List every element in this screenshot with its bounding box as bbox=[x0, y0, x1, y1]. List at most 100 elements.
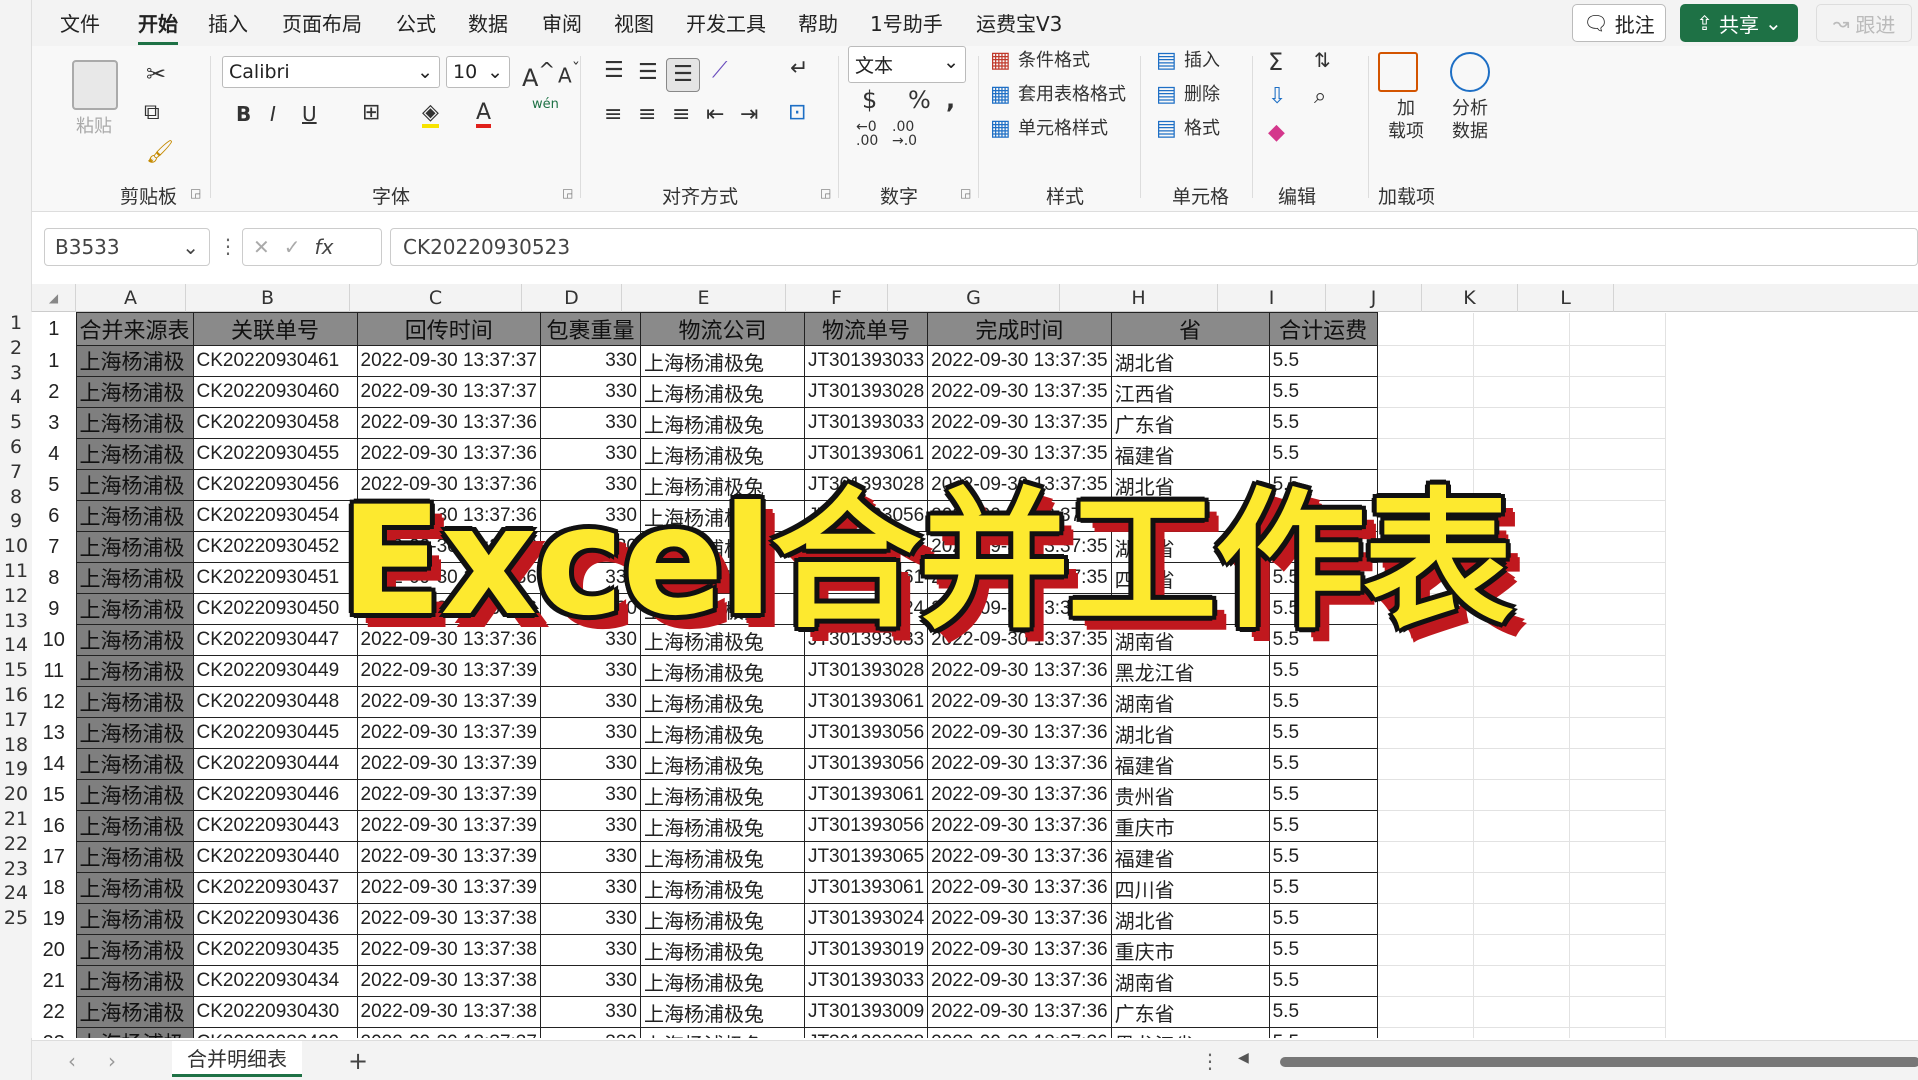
table-cell[interactable]: 上海杨浦极兔 bbox=[639, 407, 805, 439]
currency-icon[interactable]: $ bbox=[862, 88, 877, 112]
table-cell[interactable]: 2022-09-30 13:37:35 bbox=[927, 376, 1112, 408]
table-cell[interactable]: 福建省 bbox=[1110, 841, 1270, 873]
formula-input[interactable]: CK20220930523 bbox=[390, 228, 1918, 266]
sheet-row-header[interactable]: 7 bbox=[0, 462, 32, 482]
decrease-indent-icon[interactable]: ⇤ bbox=[706, 104, 724, 126]
menu-file[interactable]: 文件 bbox=[60, 8, 100, 37]
decrease-font-icon[interactable]: Aˇ bbox=[558, 61, 580, 86]
table-cell[interactable]: 2022-09-30 13:37:35 bbox=[927, 345, 1112, 377]
table-cell[interactable]: CK20220930447 bbox=[192, 624, 358, 656]
table-cell[interactable]: CK20220930450 bbox=[192, 593, 358, 625]
menu-formulas[interactable]: 公式 bbox=[396, 8, 436, 37]
empty-cell[interactable] bbox=[1473, 934, 1570, 966]
menu-home[interactable]: 开始 bbox=[138, 8, 178, 45]
sheet-row-header[interactable]: 13 bbox=[0, 611, 32, 631]
table-cell[interactable]: CK20220930458 bbox=[192, 407, 358, 439]
table-cell[interactable]: CK20220930448 bbox=[192, 686, 358, 718]
table-cell[interactable]: 上海杨浦极 bbox=[75, 438, 194, 470]
table-cell[interactable]: 上海杨浦极兔 bbox=[639, 1027, 805, 1038]
empty-cell[interactable] bbox=[1569, 965, 1666, 997]
menu-review[interactable]: 审阅 bbox=[542, 8, 582, 37]
sheet-row-header[interactable]: 17 bbox=[0, 710, 32, 730]
empty-cell[interactable] bbox=[1569, 624, 1666, 656]
table-cell[interactable]: 重庆市 bbox=[1110, 934, 1270, 966]
table-cell[interactable]: 上海杨浦极 bbox=[75, 934, 194, 966]
empty-cell[interactable] bbox=[1473, 872, 1570, 904]
table-cell[interactable]: 广东省 bbox=[1110, 407, 1270, 439]
empty-cell[interactable] bbox=[1569, 376, 1666, 408]
align-middle-icon[interactable]: ☰ bbox=[638, 62, 658, 84]
table-cell[interactable]: 330 bbox=[539, 407, 641, 439]
table-cell[interactable]: 上海杨浦极 bbox=[75, 500, 194, 532]
sheet-row-header[interactable]: 21 bbox=[0, 810, 32, 829]
table-cell[interactable]: 2022-09-30 13:37:37 bbox=[356, 376, 541, 408]
table-cell[interactable]: CK20220930449 bbox=[192, 655, 358, 687]
table-cell[interactable]: CK20220930461 bbox=[192, 345, 358, 377]
empty-cell[interactable] bbox=[1473, 407, 1570, 439]
empty-cell[interactable] bbox=[1377, 872, 1474, 904]
empty-cell[interactable] bbox=[1569, 345, 1666, 377]
table-cell[interactable]: 330 bbox=[539, 376, 641, 408]
column-header-f[interactable]: F bbox=[786, 284, 888, 312]
column-header-k[interactable]: K bbox=[1422, 284, 1518, 312]
empty-cell[interactable] bbox=[1377, 407, 1474, 439]
table-cell[interactable]: 5.5 bbox=[1268, 1027, 1378, 1038]
table-cell[interactable]: 2022-09-30 13:37:39 bbox=[356, 686, 541, 718]
increase-font-icon[interactable]: A^ bbox=[522, 60, 555, 90]
dialog-launcher-icon[interactable]: ◲ bbox=[960, 186, 971, 200]
table-cell[interactable]: 5.5 bbox=[1268, 779, 1378, 811]
table-cell[interactable]: 上海杨浦极 bbox=[75, 469, 194, 501]
column-header-j[interactable]: J bbox=[1326, 284, 1422, 312]
table-cell[interactable]: CK20220930435 bbox=[192, 934, 358, 966]
sort-filter-icon[interactable]: ⇅ bbox=[1314, 50, 1331, 70]
comma-icon[interactable]: , bbox=[946, 88, 955, 112]
empty-cell[interactable] bbox=[1377, 934, 1474, 966]
table-cell[interactable]: JT301393019 bbox=[803, 934, 929, 966]
table-cell[interactable]: 上海杨浦极 bbox=[75, 624, 194, 656]
empty-cell[interactable] bbox=[1473, 655, 1570, 687]
column-header-i[interactable]: I bbox=[1218, 284, 1326, 312]
table-cell[interactable]: 湖北省 bbox=[1110, 345, 1270, 377]
table-cell[interactable]: 上海杨浦极 bbox=[75, 655, 194, 687]
cell-styles-button[interactable]: 单元格样式 bbox=[1018, 120, 1108, 138]
table-cell[interactable]: JT301393033 bbox=[803, 965, 929, 997]
table-cell[interactable]: 2022-09-30 13:37:38 bbox=[356, 965, 541, 997]
table-cell[interactable]: CK20220930437 bbox=[192, 872, 358, 904]
empty-cell[interactable] bbox=[1569, 686, 1666, 718]
empty-cell[interactable] bbox=[1377, 655, 1474, 687]
table-cell[interactable]: CK20220930460 bbox=[192, 376, 358, 408]
addins-icon[interactable] bbox=[1378, 52, 1418, 92]
merge-center-icon[interactable]: ⊡ bbox=[788, 102, 806, 124]
share-button[interactable]: ⇪ 共享 ⌄ bbox=[1680, 4, 1798, 42]
header-cell[interactable]: 完成时间 bbox=[927, 312, 1112, 346]
find-select-icon[interactable]: ⌕ bbox=[1314, 86, 1326, 108]
table-cell[interactable]: 上海杨浦极 bbox=[75, 810, 194, 842]
empty-cell[interactable] bbox=[1473, 810, 1570, 842]
analyze-data-button[interactable]: 分析 数据 bbox=[1452, 98, 1488, 143]
table-cell[interactable]: 5.5 bbox=[1268, 934, 1378, 966]
table-cell[interactable]: 330 bbox=[539, 810, 641, 842]
header-cell[interactable]: 合计运费 bbox=[1268, 312, 1378, 346]
dialog-launcher-icon[interactable]: ◲ bbox=[190, 186, 201, 200]
cut-icon[interactable]: ✂ bbox=[146, 62, 166, 86]
clear-icon[interactable]: ◆ bbox=[1268, 122, 1285, 144]
column-header-a[interactable]: A bbox=[76, 284, 186, 312]
format-painter-icon[interactable]: 🖌 bbox=[146, 142, 174, 164]
table-cell[interactable]: 黑龙江省 bbox=[1110, 655, 1270, 687]
table-cell[interactable]: 2022-09-30 13:37:36 bbox=[927, 934, 1112, 966]
header-cell[interactable]: 物流单号 bbox=[803, 312, 929, 346]
table-cell[interactable]: 330 bbox=[539, 1027, 641, 1038]
table-cell[interactable]: 上海杨浦极 bbox=[75, 686, 194, 718]
table-cell[interactable]: 上海杨浦极 bbox=[75, 562, 194, 594]
empty-cell[interactable] bbox=[1377, 376, 1474, 408]
table-cell[interactable]: 上海杨浦极兔 bbox=[639, 810, 805, 842]
empty-cell[interactable] bbox=[1377, 903, 1474, 935]
table-cell[interactable]: 上海杨浦极 bbox=[75, 996, 194, 1028]
empty-cell[interactable] bbox=[1473, 748, 1570, 780]
table-cell[interactable]: 2022-09-30 13:37:39 bbox=[356, 841, 541, 873]
empty-cell[interactable] bbox=[1473, 1027, 1570, 1038]
empty-cell[interactable] bbox=[1377, 1027, 1474, 1038]
table-cell[interactable]: 上海杨浦极 bbox=[75, 841, 194, 873]
empty-cell[interactable] bbox=[1473, 965, 1570, 997]
table-cell[interactable]: CK20220930454 bbox=[192, 500, 358, 532]
